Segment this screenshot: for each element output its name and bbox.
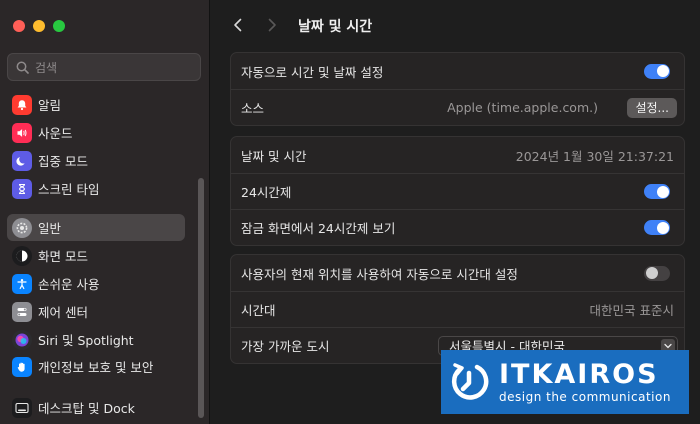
sidebar-item-siri-spotlight[interactable]: Siri 및 Spotlight <box>7 326 185 353</box>
h24-toggle[interactable] <box>644 184 670 199</box>
appearance-icon <box>12 245 32 266</box>
datetime-group: 날짜 및 시간 2024년 1월 30일 21:37:21 24시간제 잠금 화… <box>230 136 685 246</box>
sidebar-item-desktop-dock[interactable]: 데스크탑 및 Dock <box>7 394 185 421</box>
sidebar-scrollbar[interactable] <box>198 178 206 424</box>
back-button[interactable] <box>228 15 248 35</box>
auto-time-group: 자동으로 시간 및 날짜 설정 소스 Apple (time.apple.com… <box>230 52 685 126</box>
accessibility-icon <box>12 273 32 294</box>
speaker-icon <box>12 122 32 143</box>
page-title: 날짜 및 시간 <box>298 19 373 35</box>
forward-button[interactable] <box>262 15 282 35</box>
watermark-name: ITKAIROS <box>499 359 659 390</box>
source-settings-button[interactable]: 설정... <box>627 97 677 118</box>
watermark-logo <box>441 350 499 414</box>
auto-tz-row: 사용자의 현재 위치를 사용하여 자동으로 시간대 설정 <box>231 255 684 291</box>
close-button[interactable] <box>13 20 25 32</box>
lock-h24-row: 잠금 화면에서 24시간제 보기 <box>231 209 684 245</box>
watermark-banner: ITKAIROS design the communication <box>441 350 689 414</box>
sidebar-item-sound[interactable]: 사운드 <box>7 119 185 146</box>
chevron-left-icon <box>234 18 242 32</box>
sidebar-item-privacy-security[interactable]: 개인정보 보호 및 보안 <box>7 353 185 380</box>
control-center-icon <box>12 301 32 322</box>
toolbar: 날짜 및 시간 <box>211 0 700 50</box>
datetime-row: 날짜 및 시간 2024년 1월 30일 21:37:21 <box>231 137 684 173</box>
search-input[interactable]: 검색 <box>7 53 201 81</box>
auto-set-row: 자동으로 시간 및 날짜 설정 <box>231 53 684 89</box>
search-icon <box>16 61 29 74</box>
h24-row: 24시간제 <box>231 173 684 209</box>
sidebar: 검색 알림 사운드 집중 모드 스크린 타임 일반 화면 모드 손쉬운 사용 제… <box>0 0 210 424</box>
source-row: 소스 Apple (time.apple.com.) 설정... <box>231 89 684 125</box>
timezone-group: 사용자의 현재 위치를 사용하여 자동으로 시간대 설정 시간대 대한민국 표준… <box>230 254 685 364</box>
bell-icon <box>12 94 32 115</box>
source-value: Apple (time.apple.com.) <box>447 100 598 115</box>
hand-icon <box>12 356 32 377</box>
sidebar-item-notifications[interactable]: 알림 <box>7 91 185 118</box>
window-controls <box>13 20 65 32</box>
scrollbar-thumb[interactable] <box>198 178 204 418</box>
sidebar-item-general[interactable]: 일반 <box>7 214 185 241</box>
tz-row: 시간대 대한민국 표준시 <box>231 291 684 327</box>
sidebar-item-appearance[interactable]: 화면 모드 <box>7 242 185 269</box>
gear-icon <box>12 217 32 238</box>
lock-h24-toggle[interactable] <box>644 220 670 235</box>
sidebar-item-control-center[interactable]: 제어 센터 <box>7 298 185 325</box>
sidebar-item-accessibility[interactable]: 손쉬운 사용 <box>7 270 185 297</box>
search-placeholder: 검색 <box>35 60 58 75</box>
moon-icon <box>12 150 32 171</box>
datetime-value[interactable]: 2024년 1월 30일 21:37:21 <box>516 146 674 165</box>
sidebar-item-screen-time[interactable]: 스크린 타임 <box>7 175 185 202</box>
minimize-button[interactable] <box>33 20 45 32</box>
zoom-button[interactable] <box>53 20 65 32</box>
auto-set-toggle[interactable] <box>644 63 670 79</box>
hourglass-icon <box>12 178 32 199</box>
watermark-tagline: design the communication <box>499 390 671 404</box>
siri-icon <box>12 329 32 350</box>
tz-value: 대한민국 표준시 <box>589 303 674 318</box>
sidebar-item-focus[interactable]: 집중 모드 <box>7 147 185 174</box>
dock-icon <box>12 397 32 418</box>
auto-tz-toggle[interactable] <box>644 265 670 281</box>
chevron-right-icon <box>268 18 276 32</box>
